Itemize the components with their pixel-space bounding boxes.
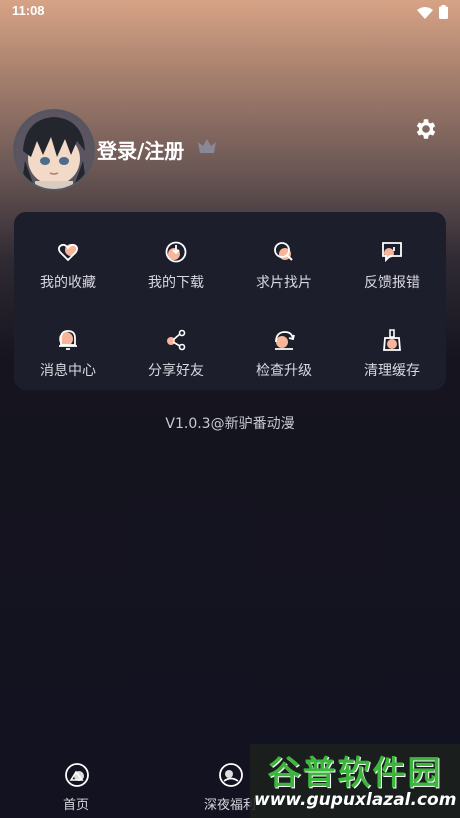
gear-icon[interactable] [413, 116, 439, 146]
battery-icon [439, 4, 448, 23]
watermark-url: www.gupuxlazal.com [254, 790, 457, 810]
menu-item-label: 我的下载 [148, 275, 204, 291]
avatar[interactable] [13, 109, 95, 191]
menu-item-check-update[interactable]: 检查升级 [230, 316, 338, 396]
search-film-icon [272, 240, 296, 264]
menu-item-label: 我的收藏 [40, 275, 96, 291]
anime-avatar-image [15, 111, 93, 189]
watermark-title: 谷普软件园 [267, 753, 443, 792]
share-icon [164, 328, 188, 352]
menu-card: 我的收藏 我的下载 求片找片 反馈报错 消息中心 分享好友 检查升级 清理缓存 [14, 212, 446, 390]
menu-item-clear-cache[interactable]: 清理缓存 [338, 316, 446, 396]
moon-icon [218, 762, 244, 788]
nav-home[interactable]: 首页 [26, 752, 126, 818]
nav-label: 首页 [62, 798, 89, 813]
menu-item-label: 求片找片 [256, 275, 312, 291]
bell-icon [56, 328, 80, 352]
menu-item-label: 反馈报错 [364, 275, 420, 291]
home-icon [64, 762, 90, 788]
broom-icon [380, 328, 404, 352]
menu-item-downloads[interactable]: 我的下载 [122, 228, 230, 308]
menu-item-label: 消息中心 [40, 363, 96, 379]
status-bar: 11:08 [0, 0, 460, 22]
version-text: V1.0.3@新驴番动漫 [165, 416, 295, 432]
refresh-icon [272, 328, 296, 352]
wifi-icon [417, 4, 433, 23]
heart-icon [56, 240, 80, 264]
watermark: 谷普软件园 www.gupuxlazal.com [250, 744, 460, 818]
login-register-link[interactable]: 登录/注册 [97, 135, 184, 164]
status-time: 11:08 [12, 3, 45, 18]
menu-item-favorites[interactable]: 我的收藏 [14, 228, 122, 308]
menu-item-feedback[interactable]: 反馈报错 [338, 228, 446, 308]
feedback-icon [380, 240, 404, 264]
menu-item-messages[interactable]: 消息中心 [14, 316, 122, 396]
status-icons [417, 4, 448, 23]
menu-item-share[interactable]: 分享好友 [122, 316, 230, 396]
download-icon [164, 240, 188, 264]
crown-icon [197, 138, 217, 158]
menu-item-label: 清理缓存 [364, 363, 420, 379]
menu-item-label: 检查升级 [256, 363, 312, 379]
menu-item-label: 分享好友 [148, 363, 204, 379]
menu-item-request-film[interactable]: 求片找片 [230, 228, 338, 308]
